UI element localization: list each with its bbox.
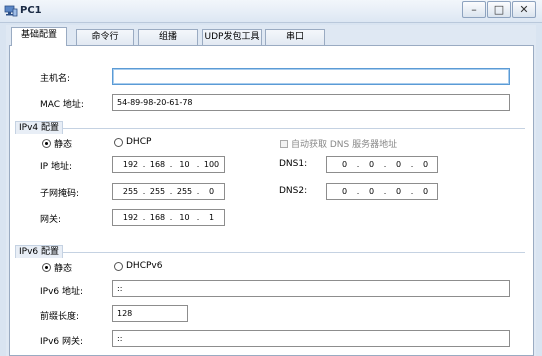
- auto-dns-label: 自动获取 DNS 服务器地址: [291, 140, 398, 150]
- hostname-label: 主机名:: [40, 74, 71, 84]
- octet: 0: [368, 187, 375, 196]
- ipv6-section-title: IPv6 配置: [15, 245, 63, 258]
- tab-multicast[interactable]: 组播: [138, 29, 198, 45]
- maximize-button[interactable]: □: [487, 1, 511, 18]
- ipv6-gateway-label: IPv6 网关:: [40, 337, 84, 347]
- gateway-label: 网关:: [40, 215, 62, 225]
- pc-app-icon: [4, 5, 18, 17]
- checkbox-icon: [280, 139, 288, 148]
- octet: 0: [422, 187, 429, 196]
- prefix-length-input[interactable]: 128: [112, 305, 188, 322]
- close-button[interactable]: ✕: [512, 1, 536, 18]
- ipv4-address-input[interactable]: 192. 168. 10. 100: [112, 156, 225, 173]
- octet: 1: [208, 213, 215, 222]
- radio-selected-icon: [42, 139, 51, 148]
- ipv4-group: IPv4 配置: [15, 121, 525, 236]
- title-bar[interactable]: PC1 – □ ✕: [0, 0, 542, 23]
- octet: 255: [122, 187, 139, 196]
- octet: 168: [149, 160, 166, 169]
- ipv4-static-radio[interactable]: 静态: [42, 137, 72, 150]
- octet: 192: [122, 160, 139, 169]
- radio-unselected-icon: [114, 137, 123, 147]
- octet: 0: [368, 160, 375, 169]
- ipv6-address-input[interactable]: ::: [112, 280, 510, 297]
- ipv4-address-label: IP 地址:: [40, 162, 72, 172]
- octet: 192: [122, 213, 139, 222]
- window-title: PC1: [20, 5, 42, 16]
- octet: 0: [341, 187, 348, 196]
- octet: 255: [176, 187, 193, 196]
- prefix-length-label: 前缀长度:: [40, 312, 80, 322]
- octet: 168: [149, 213, 166, 222]
- octet: 0: [395, 187, 402, 196]
- tab-basic-config[interactable]: 基础配置: [11, 27, 67, 46]
- ipv6-static-radio[interactable]: 静态: [42, 261, 72, 274]
- subnet-mask-input[interactable]: 255. 255. 255. 0: [112, 183, 225, 200]
- tab-command-line[interactable]: 命令行: [76, 29, 134, 45]
- minimize-button[interactable]: –: [462, 1, 486, 18]
- octet: 0: [341, 160, 348, 169]
- dns1-label: DNS1:: [279, 159, 308, 169]
- radio-unselected-icon: [114, 261, 123, 271]
- dns2-label: DNS2:: [279, 186, 308, 196]
- mac-label: MAC 地址:: [40, 100, 84, 110]
- basic-config-panel: 主机名: MAC 地址: 54-89-98-20-61-78 IPv4 配置 静…: [9, 45, 534, 356]
- radio-selected-icon: [42, 263, 51, 272]
- ipv4-dhcp-radio[interactable]: DHCP: [114, 137, 151, 147]
- gateway-input[interactable]: 192. 168. 10. 1: [112, 209, 225, 226]
- ipv6-dhcpv6-radio[interactable]: DHCPv6: [114, 261, 162, 271]
- hostname-input[interactable]: [112, 68, 510, 85]
- octet: 0: [208, 187, 215, 196]
- dns1-input[interactable]: 0. 0. 0. 0: [326, 156, 438, 173]
- octet: 100: [203, 160, 220, 169]
- subnet-mask-label: 子网掩码:: [40, 189, 80, 199]
- ipv6-gateway-input[interactable]: ::: [112, 330, 510, 347]
- octet: 0: [395, 160, 402, 169]
- ipv4-section-title: IPv4 配置: [15, 121, 63, 134]
- ipv6-dhcpv6-label: DHCPv6: [126, 261, 163, 271]
- octet: 10: [179, 160, 190, 169]
- octet: 0: [422, 160, 429, 169]
- octet: 255: [149, 187, 166, 196]
- ipv4-static-label: 静态: [54, 140, 73, 150]
- ipv4-dhcp-label: DHCP: [126, 137, 152, 147]
- ipv6-address-label: IPv6 地址:: [40, 287, 84, 297]
- auto-dns-checkbox[interactable]: 自动获取 DNS 服务器地址: [280, 137, 397, 150]
- octet: 10: [179, 213, 190, 222]
- mac-field: 54-89-98-20-61-78: [112, 94, 510, 111]
- dns2-input[interactable]: 0. 0. 0. 0: [326, 183, 438, 200]
- tab-serial[interactable]: 串口: [265, 29, 325, 45]
- tab-udp-tool[interactable]: UDP发包工具: [202, 29, 262, 45]
- window-client: 基础配置 命令行 组播 UDP发包工具 串口 主机名: MAC 地址: 54-8…: [6, 25, 536, 356]
- panel-content[interactable]: 主机名: MAC 地址: 54-89-98-20-61-78 IPv4 配置 静…: [10, 46, 533, 355]
- ipv6-static-label: 静态: [54, 264, 73, 274]
